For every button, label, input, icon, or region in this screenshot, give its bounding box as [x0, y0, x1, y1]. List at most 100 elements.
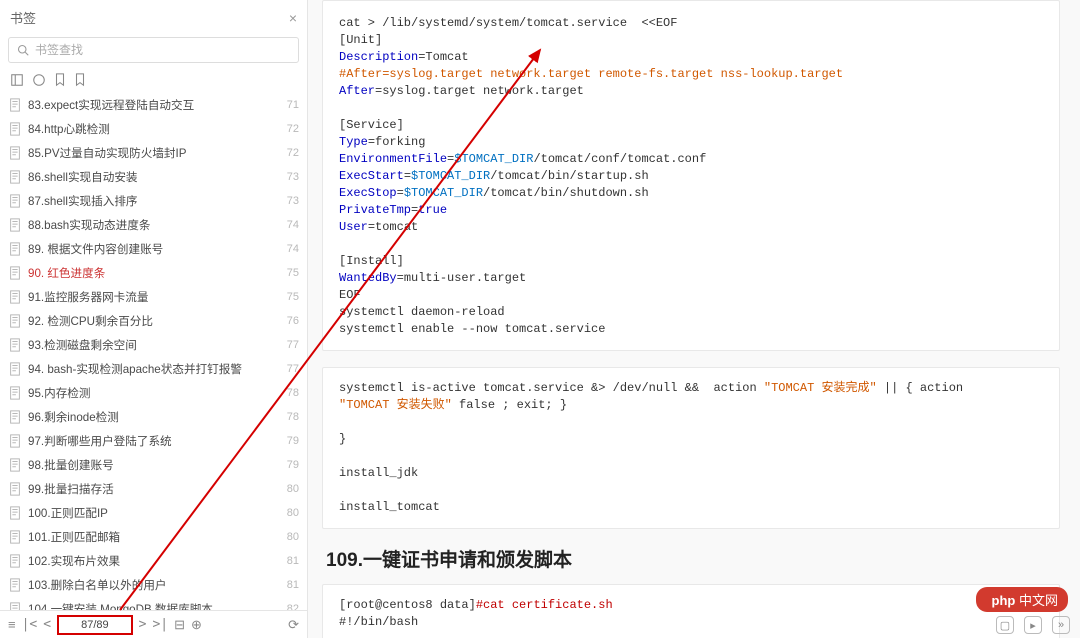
search-icon [17, 44, 29, 56]
bookmark-page: 72 [287, 123, 299, 135]
bookmark-page: 82 [287, 603, 299, 610]
control-play-icon[interactable]: ▸ [1024, 616, 1042, 634]
bookmark-item[interactable]: 91.监控服务器网卡流量 75 [0, 285, 307, 309]
bookmark-page: 81 [287, 579, 299, 591]
bookmark-item[interactable]: 98.批量创建账号 79 [0, 453, 307, 477]
bookmark-item[interactable]: 94. bash-实现检测apache状态并打钉报警 77 [0, 357, 307, 381]
bookmark-page: 77 [287, 363, 299, 375]
bookmark-label: 89. 根据文件内容创建账号 [28, 241, 281, 257]
code-block-1: cat > /lib/systemd/system/tomcat.service… [322, 0, 1060, 351]
code-content-2: systemctl is-active tomcat.service &> /d… [339, 380, 1043, 516]
bookmark-page: 81 [287, 555, 299, 567]
page-indicator[interactable]: 87/89 [57, 615, 133, 635]
main-content: cat > /lib/systemd/system/tomcat.service… [308, 0, 1080, 638]
bookmark-page: 71 [287, 99, 299, 111]
search-box[interactable] [8, 37, 299, 63]
bookmark-label: 92. 检测CPU剩余百分比 [28, 313, 281, 329]
bookmark-page: 79 [287, 459, 299, 471]
code-block-3: [root@centos8 data]#cat certificate.sh #… [322, 584, 1060, 638]
bookmark-item[interactable]: 93.检测磁盘剩余空间 77 [0, 333, 307, 357]
bookmark-item[interactable]: 96.剩余inode检测 78 [0, 405, 307, 429]
control-expand-icon[interactable]: ▢ [996, 616, 1014, 634]
sidebar-footer: ≡ |< < 87/89 > >| ⊟ ⊕ ⟳ [0, 610, 307, 638]
bookmark-item[interactable]: 103.删除白名单以外的用户 81 [0, 573, 307, 597]
bookmark-page: 75 [287, 291, 299, 303]
bookmark-item[interactable]: 97.判断哪些用户登陆了系统 79 [0, 429, 307, 453]
bookmark-label: 91.监控服务器网卡流量 [28, 289, 281, 305]
bookmark-page: 75 [287, 267, 299, 279]
bookmark-page: 74 [287, 243, 299, 255]
bookmark-item[interactable]: 95.内存检测 78 [0, 381, 307, 405]
bookmark-page: 73 [287, 195, 299, 207]
bookmark-page: 78 [287, 411, 299, 423]
sidebar-header: 书签 × [0, 0, 307, 33]
bookmark-list[interactable]: 83.expect实现远程登陆自动交互7184.http心跳检测7285.PV过… [0, 93, 307, 610]
bookmark-add-icon[interactable] [74, 73, 86, 87]
bookmark-page: 78 [287, 387, 299, 399]
bookmark-label: 97.判断哪些用户登陆了系统 [28, 433, 281, 449]
bookmark-label: 86.shell实现自动安装 [28, 169, 281, 185]
bookmark-label: 85.PV过量自动实现防火墙封IP [28, 145, 281, 161]
bookmark-label: 87.shell实现插入排序 [28, 193, 281, 209]
bookmark-item[interactable]: 100.正则匹配IP 80 [0, 501, 307, 525]
bookmark-item[interactable]: 83.expect实现远程登陆自动交互71 [0, 93, 307, 117]
brand-badge: php 中文网 [976, 587, 1068, 612]
bookmark-item[interactable]: 87.shell实现插入排序 73 [0, 189, 307, 213]
bookmark-page: 74 [287, 219, 299, 231]
section-heading: 109.一键证书申请和颁发脚本 [326, 545, 1060, 572]
collapse-icon[interactable] [10, 73, 24, 87]
bookmark-item[interactable]: 89. 根据文件内容创建账号 74 [0, 237, 307, 261]
refresh-icon[interactable]: ⟳ [288, 617, 299, 633]
bookmark-label: 88.bash实现动态进度条 [28, 217, 281, 233]
next-page-icon[interactable]: > [139, 617, 147, 632]
menu-icon[interactable]: ≡ [8, 617, 16, 632]
bookmark-item[interactable]: 92. 检测CPU剩余百分比 76 [0, 309, 307, 333]
bookmark-label: 103.删除白名单以外的用户 [28, 577, 281, 593]
code-content-1: cat > /lib/systemd/system/tomcat.service… [339, 15, 1043, 338]
list-icon[interactable] [32, 73, 46, 87]
bookmark-item[interactable]: 85.PV过量自动实现防火墙封IP 72 [0, 141, 307, 165]
bookmark-page: 73 [287, 171, 299, 183]
close-icon[interactable]: × [289, 10, 297, 26]
bookmark-item[interactable]: 99.批量扫描存活 80 [0, 477, 307, 501]
bookmark-label: 94. bash-实现检测apache状态并打钉报警 [28, 361, 281, 377]
bookmark-label: 90. 红色进度条 [28, 265, 281, 281]
bottom-controls: ▢ ▸ » [996, 616, 1070, 634]
zoom-out-icon[interactable]: ⊟ [174, 617, 185, 633]
bookmark-label: 99.批量扫描存活 [28, 481, 281, 497]
bookmark-item[interactable]: 102.实现布片效果 81 [0, 549, 307, 573]
code-block-2: systemctl is-active tomcat.service &> /d… [322, 367, 1060, 529]
bookmark-label: 104.一键安装 MongoDB 数据库脚本 [28, 601, 281, 610]
prev-page-icon[interactable]: < [43, 617, 51, 632]
control-next-icon[interactable]: » [1052, 616, 1070, 634]
bookmark-page: 79 [287, 435, 299, 447]
sidebar-title: 书签 [10, 8, 289, 27]
bookmark-page: 80 [287, 483, 299, 495]
bookmark-label: 100.正则匹配IP [28, 505, 281, 521]
bookmarks-sidebar: 书签 × 83.expect实现远程登陆自动交互7184.http心跳检测728… [0, 0, 308, 638]
bookmark-page: 72 [287, 147, 299, 159]
bookmark-item[interactable]: 84.http心跳检测72 [0, 117, 307, 141]
bookmark-label: 96.剩余inode检测 [28, 409, 281, 425]
bookmark-item[interactable]: 90. 红色进度条 75 [0, 261, 307, 285]
last-page-icon[interactable]: >| [152, 617, 168, 632]
bookmark-item[interactable]: 86.shell实现自动安装 73 [0, 165, 307, 189]
bookmark-page: 76 [287, 315, 299, 327]
bookmark-label: 101.正则匹配邮箱 [28, 529, 281, 545]
search-input[interactable] [35, 43, 290, 57]
bookmark-label: 93.检测磁盘剩余空间 [28, 337, 281, 353]
bookmark-page: 77 [287, 339, 299, 351]
bookmark-label: 102.实现布片效果 [28, 553, 281, 569]
bookmark-icon[interactable] [54, 73, 66, 87]
first-page-icon[interactable]: |< [22, 617, 38, 632]
bookmark-page: 80 [287, 507, 299, 519]
bookmark-item[interactable]: 101.正则匹配邮箱 80 [0, 525, 307, 549]
code-content-3: [root@centos8 data]#cat certificate.sh #… [339, 597, 1043, 631]
zoom-in-icon[interactable]: ⊕ [191, 617, 202, 633]
bookmark-item[interactable]: 88.bash实现动态进度条 74 [0, 213, 307, 237]
bookmark-label: 98.批量创建账号 [28, 457, 281, 473]
bookmark-label: 95.内存检测 [28, 385, 281, 401]
bookmark-item[interactable]: 104.一键安装 MongoDB 数据库脚本 82 [0, 597, 307, 610]
sidebar-toolbar [0, 67, 307, 93]
bookmark-page: 80 [287, 531, 299, 543]
